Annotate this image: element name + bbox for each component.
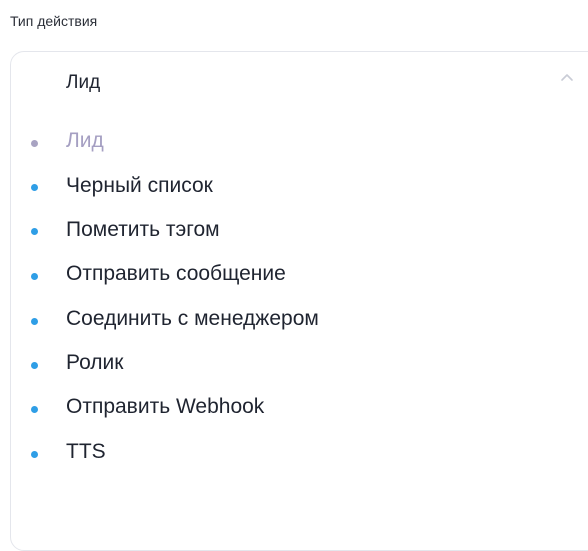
action-type-select[interactable]: Лид [10, 51, 588, 551]
option-label: Пометить тэгом [66, 218, 220, 241]
bullet-icon [31, 184, 38, 191]
option-label: Отправить Webhook [66, 395, 265, 418]
select-current-value: Лид [66, 72, 101, 93]
option-label: Ролик [66, 351, 124, 374]
option-label: Соединить с менеджером [66, 307, 319, 330]
option-label: Лид [66, 129, 104, 152]
option-tts[interactable]: TTS [0, 0, 560, 463]
bullet-icon [31, 362, 38, 369]
option-label: TTS [66, 440, 106, 463]
bullet-icon [31, 228, 38, 235]
bullet-icon [31, 140, 38, 147]
bullet-icon [31, 406, 38, 413]
bullet-icon [31, 318, 38, 325]
bullet-icon [31, 451, 38, 458]
bullet-icon [31, 273, 38, 280]
select-header[interactable]: Лид [11, 52, 588, 112]
option-label: Черный список [66, 174, 213, 197]
option-label: Отправить сообщение [66, 262, 286, 285]
chevron-up-icon[interactable] [559, 70, 575, 84]
